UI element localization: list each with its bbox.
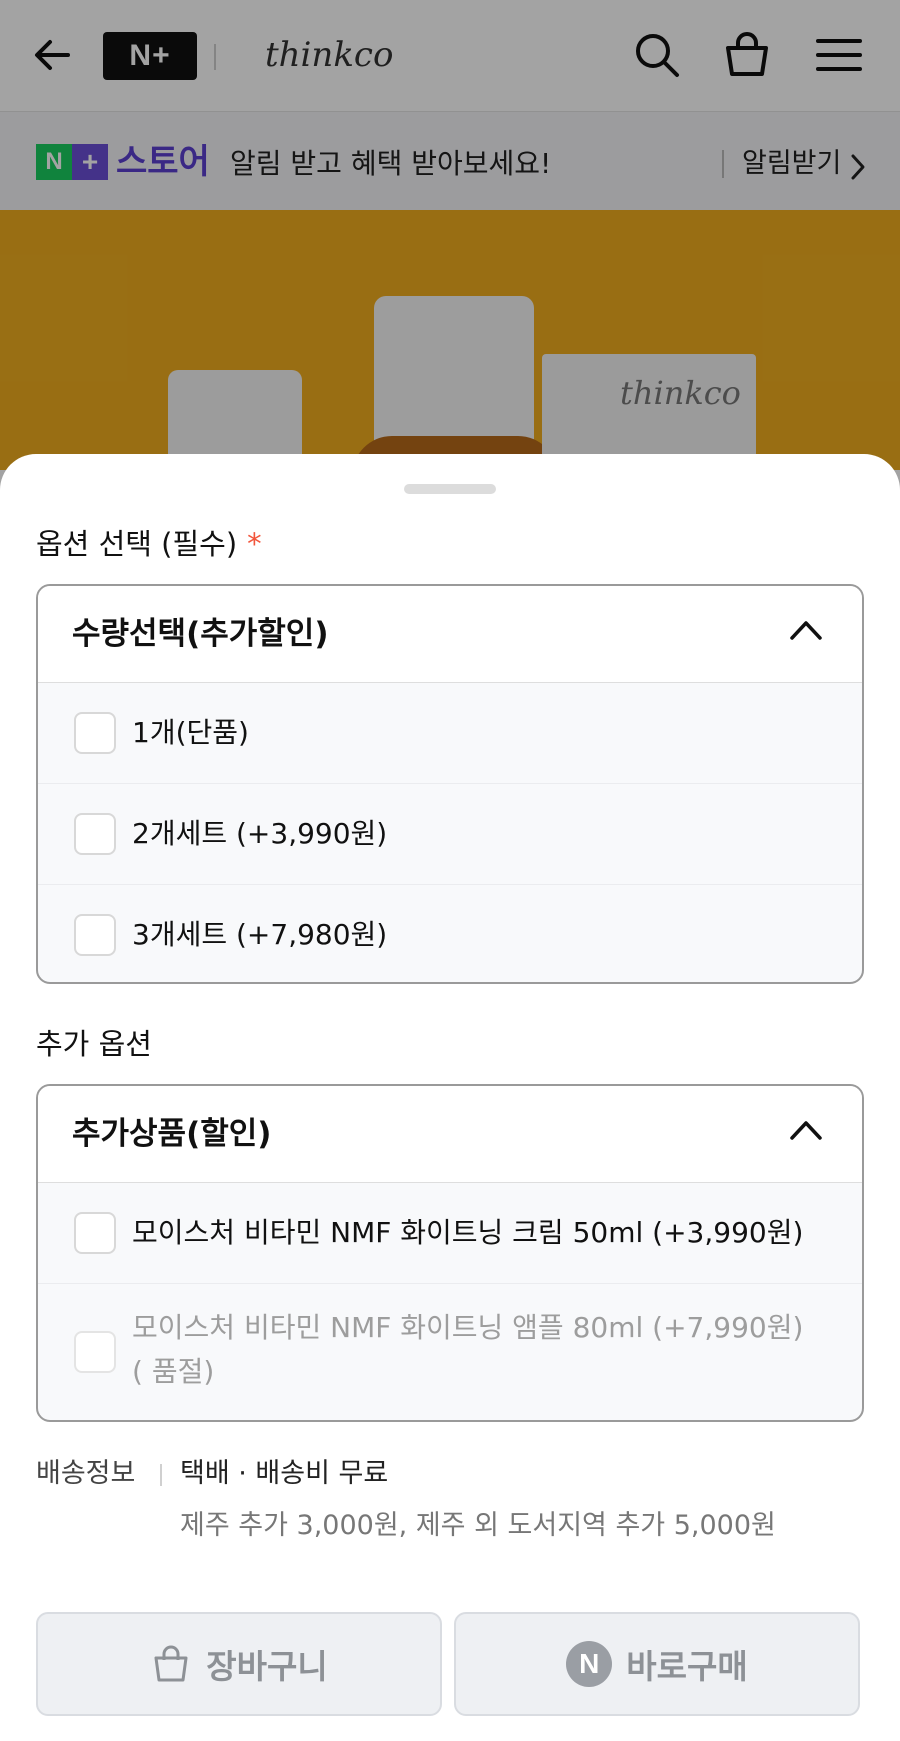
add-to-cart-label: 장바구니 — [206, 1647, 328, 1686]
additional-group-header[interactable]: 추가상품(할인) — [38, 1086, 862, 1183]
option-checkbox[interactable] — [74, 914, 116, 956]
additional-option-title: 추가 옵션 — [36, 1027, 152, 1061]
chevron-up-icon — [790, 621, 822, 640]
buy-now-button[interactable]: N 바로구매 — [454, 1612, 860, 1716]
option-row-cream[interactable]: 모이스처 비타민 NMF 화이트닝 크림 50ml (+3,990원) — [38, 1183, 862, 1284]
sheet-grabber[interactable] — [404, 484, 496, 494]
naver-pay-badge: N — [566, 1641, 613, 1687]
additional-group-title: 추가상품(할인) — [72, 1116, 272, 1152]
option-checkbox[interactable] — [74, 712, 116, 754]
option-checkbox[interactable] — [74, 1212, 116, 1254]
quantity-option-group: 수량선택(추가할인) 1개(단품) 2개세트 (+3,990원) 3개세트 (+… — [36, 584, 864, 984]
shipping-info: 배송정보 택배 · 배송비 무료 제주 추가 3,000원, 제주 외 도서지역… — [36, 1454, 864, 1554]
additional-product-group: 추가상품(할인) 모이스처 비타민 NMF 화이트닝 크림 50ml (+3,9… — [36, 1084, 864, 1422]
option-row-ampoule-soldout: 모이스처 비타민 NMF 화이트닝 앰플 80ml (+7,990원) ( 품절… — [38, 1284, 862, 1420]
shipping-value: 택배 · 배송비 무료 — [180, 1458, 389, 1489]
option-row-three-set[interactable]: 3개세트 (+7,980원) — [38, 885, 862, 982]
shipping-extra-fee: 제주 추가 3,000원, 제주 외 도서지역 추가 5,000원 — [180, 1510, 776, 1541]
quantity-group-title: 수량선택(추가할인) — [72, 616, 329, 652]
quantity-group-header[interactable]: 수량선택(추가할인) — [38, 586, 862, 683]
option-label: 3개세트 (+7,980원) — [132, 918, 388, 951]
shipping-divider — [160, 1464, 162, 1486]
cart-icon — [154, 1645, 188, 1682]
required-option-title: 옵션 선택 (필수) * — [36, 524, 262, 564]
option-label-soldout: 모이스처 비타민 NMF 화이트닝 앰플 80ml (+7,990원) ( 품절… — [132, 1311, 804, 1388]
option-bottom-sheet: 옵션 선택 (필수) * 수량선택(추가할인) 1개(단품) 2개세트 (+3,9… — [0, 454, 900, 1741]
option-checkbox[interactable] — [74, 813, 116, 855]
buy-now-label: 바로구매 — [626, 1647, 748, 1686]
option-checkbox-disabled — [74, 1331, 116, 1373]
option-row-single[interactable]: 1개(단품) — [38, 683, 862, 784]
required-option-title-text: 옵션 선택 (필수) — [36, 527, 238, 561]
add-to-cart-button[interactable]: 장바구니 — [36, 1612, 442, 1716]
option-row-two-set[interactable]: 2개세트 (+3,990원) — [38, 784, 862, 885]
option-label: 2개세트 (+3,990원) — [132, 817, 388, 850]
option-label: 1개(단품) — [132, 716, 249, 749]
required-mark: * — [247, 527, 262, 561]
option-label: 모이스처 비타민 NMF 화이트닝 크림 50ml (+3,990원) — [132, 1216, 804, 1249]
shipping-label: 배송정보 — [36, 1458, 136, 1489]
chevron-up-icon — [790, 1121, 822, 1140]
